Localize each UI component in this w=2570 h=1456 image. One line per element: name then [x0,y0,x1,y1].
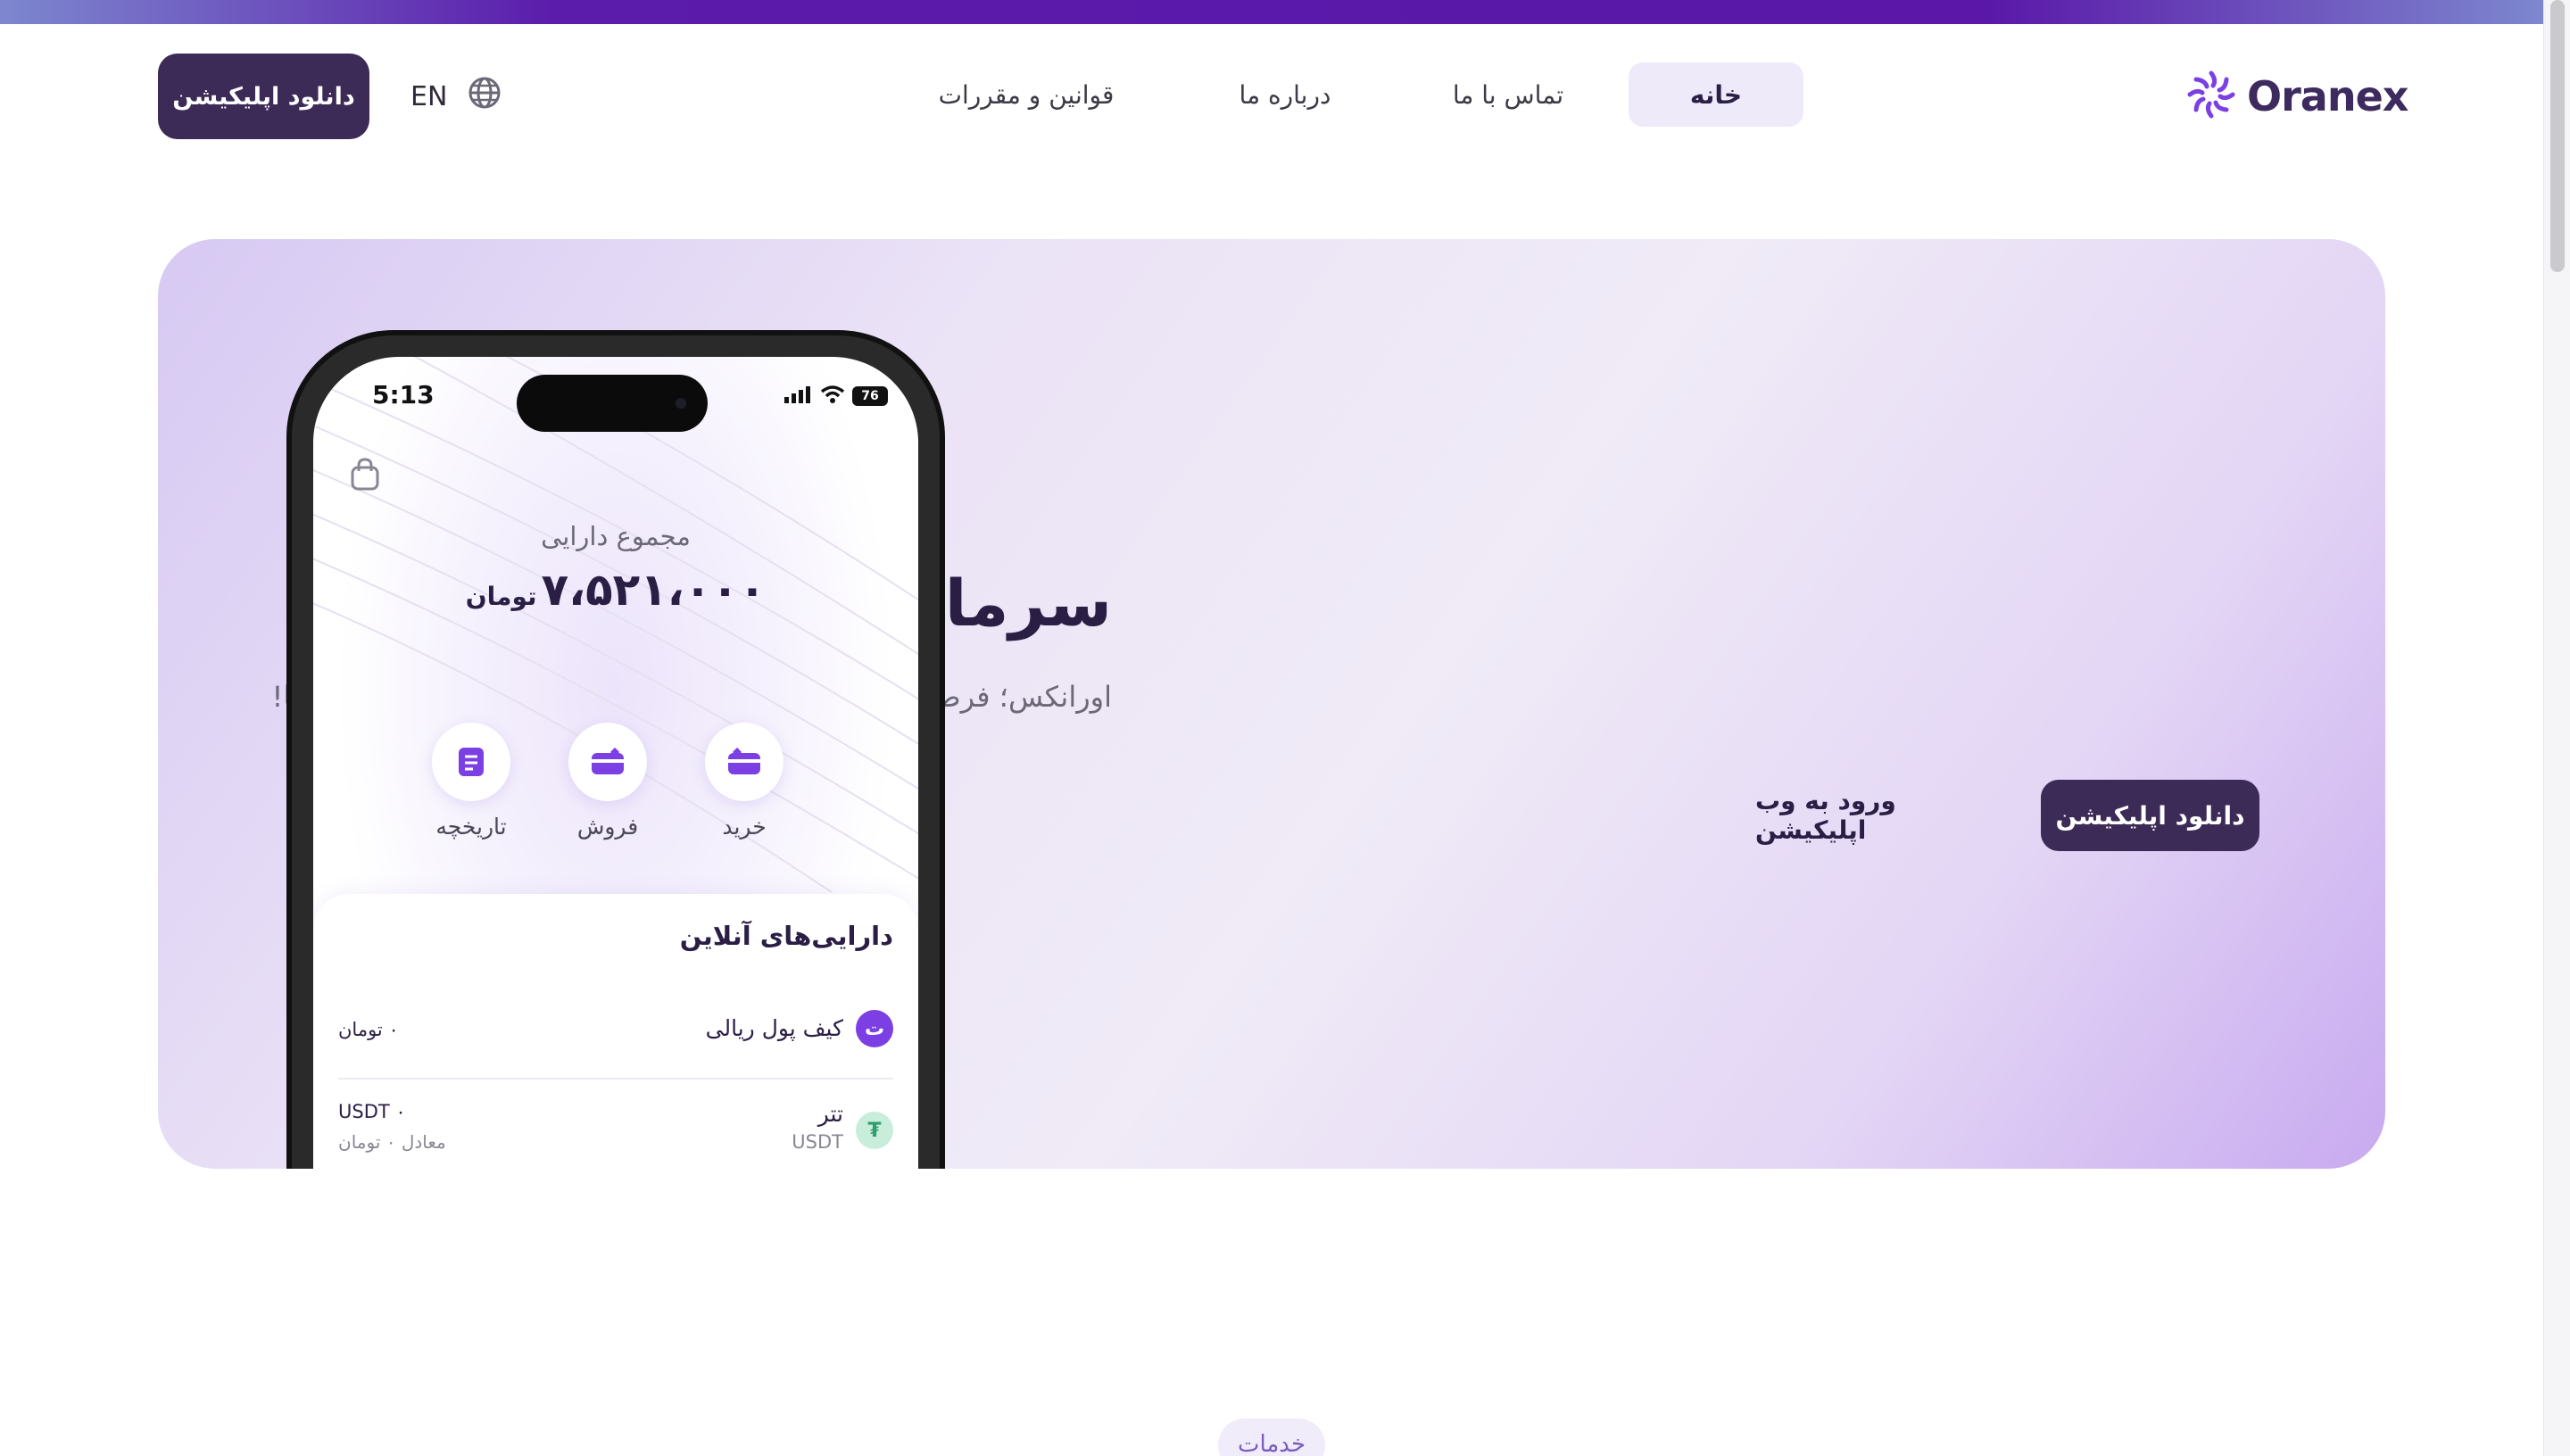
sell-label: فروش [576,814,639,840]
status-time: 5:13 [372,380,435,410]
nav-contact[interactable]: تماس با ما [1419,62,1597,127]
history-label: تاریخچه [435,814,507,840]
buy-icon [705,723,783,801]
logo-text: Oranex [2247,72,2408,120]
web-app-login-link[interactable]: ورود به وب اپلیکیشن [1755,780,2005,851]
camera-icon [676,398,686,409]
phone-screen: 5:13 76 مجموع دارایی ۷،۵۲۱،۰۰۰ تومان خری… [313,357,918,1169]
top-accent-bar [0,0,2543,24]
asset-row-usdt[interactable]: ₮ تتر USDT USDT ۰ معادل ۰ تومان [338,1101,893,1163]
wifi-icon [820,385,845,407]
globe-icon [467,75,502,118]
asset-code: USDT [792,1131,843,1153]
hero-section: سرمایه گذاری به سبک تو اورانکس؛ فرصتی ام… [158,239,2385,1169]
asset-name: کیف پول ریالی [705,1015,843,1041]
shopping-bag-icon[interactable] [349,457,381,496]
nav-rules[interactable]: قوانین و مقررات [919,62,1133,127]
battery-icon: 76 [852,386,888,406]
phone-mockup: 5:13 76 مجموع دارایی ۷،۵۲۱،۰۰۰ تومان خری… [286,330,945,1169]
scrollbar[interactable] [2543,0,2570,1456]
asset-equivalent: معادل ۰ تومان [338,1131,446,1153]
sell-action[interactable]: فروش [559,723,657,840]
total-assets-value: ۷،۵۲۱،۰۰۰ تومان [313,564,918,616]
logo[interactable]: Oranex [2184,68,2408,125]
logo-mark-icon [2184,68,2238,125]
divider [338,1078,893,1080]
buy-action[interactable]: خرید [695,723,793,840]
scrollbar-thumb[interactable] [2550,0,2565,272]
total-assets-label: مجموع دارایی [541,521,691,551]
assets-card: دارایی‌های آنلاین ت کیف پول ریالی ۰ توما… [313,894,918,1169]
nav-home[interactable]: خانه [1629,62,1803,127]
asset-amount: ۰ تومان [338,1019,399,1040]
tether-icon: ₮ [856,1112,893,1149]
hero-download-button[interactable]: دانلود اپلیکیشن [2041,780,2259,851]
total-assets-number: ۷،۵۲۱،۰۰۰ [541,564,767,616]
toman-coin-icon: ت [856,1010,893,1047]
asset-row-rial[interactable]: ت کیف پول ریالی ۰ تومان [338,1010,893,1055]
signal-icon [784,385,813,407]
header-download-button[interactable]: دانلود اپلیکیشن [158,54,369,139]
language-switcher[interactable]: EN [410,75,502,118]
nav-about[interactable]: درباره ما [1196,62,1374,127]
total-assets-unit: تومان [465,582,537,611]
assets-title: دارایی‌های آنلاین [679,921,893,951]
history-action[interactable]: تاریخچه [422,723,520,840]
history-icon [432,723,510,801]
language-label: EN [410,80,448,112]
asset-amount: USDT ۰ [338,1101,406,1122]
status-icons: 76 [784,385,888,407]
asset-name: تتر [817,1101,843,1127]
services-badge: خدمات [1218,1419,1325,1456]
dynamic-island [517,375,708,432]
buy-label: خرید [722,814,767,840]
page: دانلود اپلیکیشن EN قوانین و مقررات دربار… [0,0,2570,1456]
sell-icon [568,723,647,801]
